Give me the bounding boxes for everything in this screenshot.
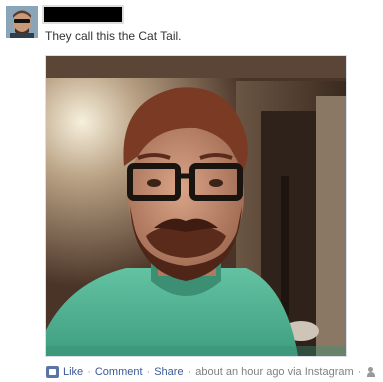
share-link[interactable]: Share [154,366,183,378]
author-name-redacted[interactable] [42,5,124,24]
post-message: They call this the Cat Tail. [45,29,182,43]
like-link[interactable]: Like [63,366,83,378]
separator: · [357,366,362,378]
photo-image [46,56,346,356]
separator: · [87,366,91,378]
friends-icon[interactable] [367,366,379,378]
separator: · [187,366,192,378]
separator: · [146,366,151,378]
comment-link[interactable]: Comment [95,366,143,378]
post-avatar[interactable] [6,6,38,38]
like-icon [46,366,59,378]
avatar-image [6,6,38,38]
post-timestamp[interactable]: about an hour ago via Instagram [195,366,353,378]
post-photo[interactable] [45,55,347,357]
post-action-bar: Like · Comment · Share · about an hour a… [46,365,379,379]
